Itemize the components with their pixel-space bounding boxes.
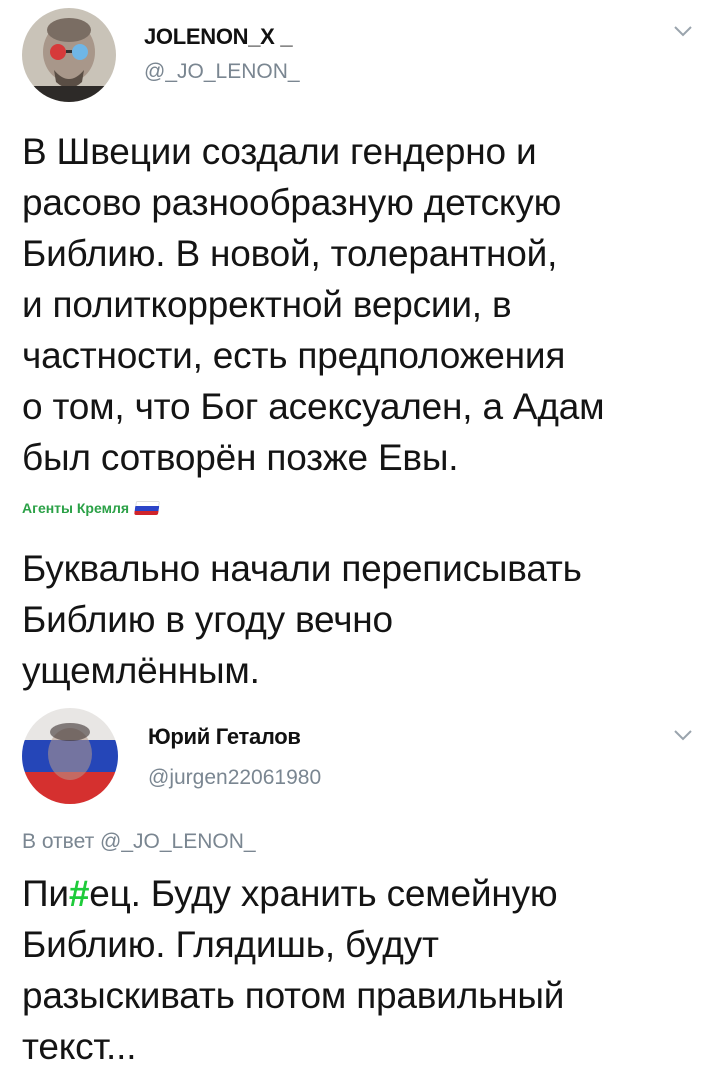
avatar[interactable] [22,708,118,804]
source-caption: Агенты Кремля [22,500,160,516]
source-label: Агенты Кремля [22,500,130,516]
russia-flag-icon [134,501,160,515]
display-name[interactable]: JOLENON_X _ [144,24,293,50]
reply-prefix: В ответ [22,830,95,853]
text-part-1: Пи [22,873,69,914]
text-part-2: ец. Буду хранить семейную Библию. Глядиш… [22,873,565,1067]
user-handle[interactable]: @_JO_LENON_ [144,60,300,84]
tweet-original: JOLENON_X _ @_JO_LENON_ В Швеции создали… [0,0,716,700]
tweet-text: В Швеции создали гендерно и расово разно… [22,131,605,478]
comment-text: Буквально начали переписывать Библию в у… [22,548,582,691]
chevron-down-icon[interactable] [672,728,694,742]
tweet-reply: Юрий Геталов @jurgen22061980 В ответ @_J… [0,700,716,1080]
reply-to-handle[interactable]: @_JO_LENON_ [100,830,256,853]
avatar-image [22,708,118,804]
reply-context: В ответ @_JO_LENON_ [22,830,256,854]
user-handle[interactable]: @jurgen22061980 [148,766,321,790]
avatar[interactable] [22,8,116,102]
chevron-down-icon[interactable] [672,24,694,38]
display-name[interactable]: Юрий Геталов [148,724,301,750]
avatar-image [22,8,116,102]
censor-symbol: # [68,873,90,914]
tweet-text: Пи#ец. Буду хранить семейную Библию. Гля… [22,868,694,1072]
